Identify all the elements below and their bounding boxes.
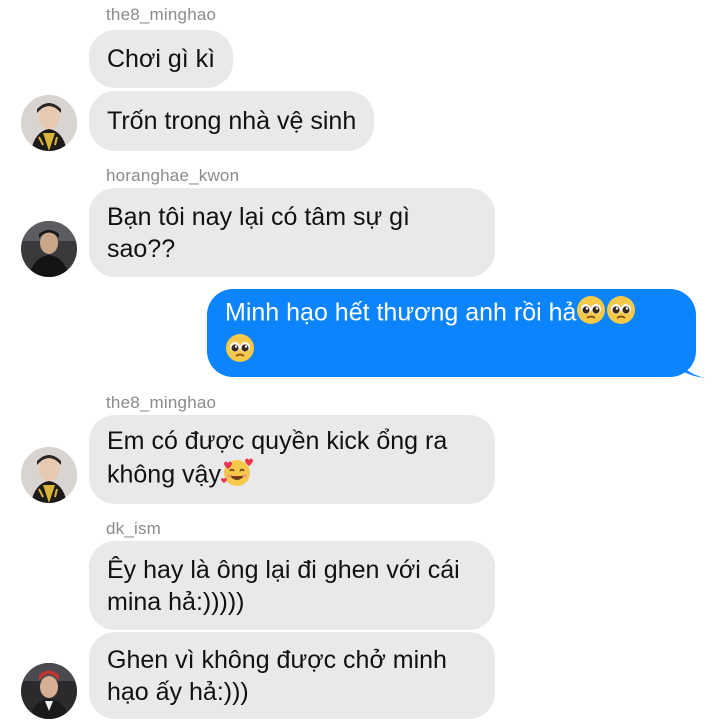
avatar[interactable] xyxy=(21,221,77,277)
avatar[interactable] xyxy=(21,95,77,151)
sender-name: the8_minghao xyxy=(106,393,217,412)
message-text: Êy hay là ông lại đi ghen với cái mina h… xyxy=(107,555,460,616)
pleading-face-icon xyxy=(225,333,255,371)
message-bubble[interactable]: Bạn tôi nay lại có tâm sự gì sao?? xyxy=(89,188,495,277)
message-bubble[interactable]: Ghen vì không được chở minh hạo ấy hả:))… xyxy=(89,632,495,719)
the8-minghao-avatar xyxy=(21,95,77,151)
message-text: Trốn trong nhà vệ sinh xyxy=(107,107,357,135)
message-text: Em có được quyền kick ổng ra không vậy xyxy=(107,426,448,489)
message-text: Minh hạo hết thương anh rồi hả xyxy=(225,298,577,327)
dk-ism-avatar xyxy=(21,663,77,719)
message-bubble[interactable]: Êy hay là ông lại đi ghen với cái mina h… xyxy=(89,541,495,630)
message-text: Ghen vì không được chở minh hạo ấy hả:))… xyxy=(107,645,447,706)
bubble-tail xyxy=(676,356,706,378)
message-text: Chơi gì kì xyxy=(107,45,216,73)
avatar[interactable] xyxy=(21,447,77,503)
message-bubble[interactable]: Em có được quyền kick ổng ra không vậy xyxy=(89,415,495,504)
message-bubble[interactable]: Chơi gì kì xyxy=(89,30,234,88)
message-bubble[interactable]: Trốn trong nhà vệ sinh xyxy=(89,91,375,151)
pleading-face-icon xyxy=(606,295,636,333)
sender-name: dk_ism xyxy=(106,519,162,538)
avatar[interactable] xyxy=(21,663,77,719)
horanghae-kwon-avatar xyxy=(21,221,77,277)
outgoing-message-bubble[interactable]: Minh hạo hết thương anh rồi hả xyxy=(207,289,696,377)
pleading-face-icon xyxy=(576,295,606,333)
smiling-face-with-hearts-icon xyxy=(220,457,253,495)
sender-name: horanghae_kwon xyxy=(106,166,240,185)
message-text: Bạn tôi nay lại có tâm sự gì sao?? xyxy=(107,202,410,263)
the8-minghao-avatar xyxy=(21,447,77,503)
sender-name: the8_minghao xyxy=(106,5,217,24)
